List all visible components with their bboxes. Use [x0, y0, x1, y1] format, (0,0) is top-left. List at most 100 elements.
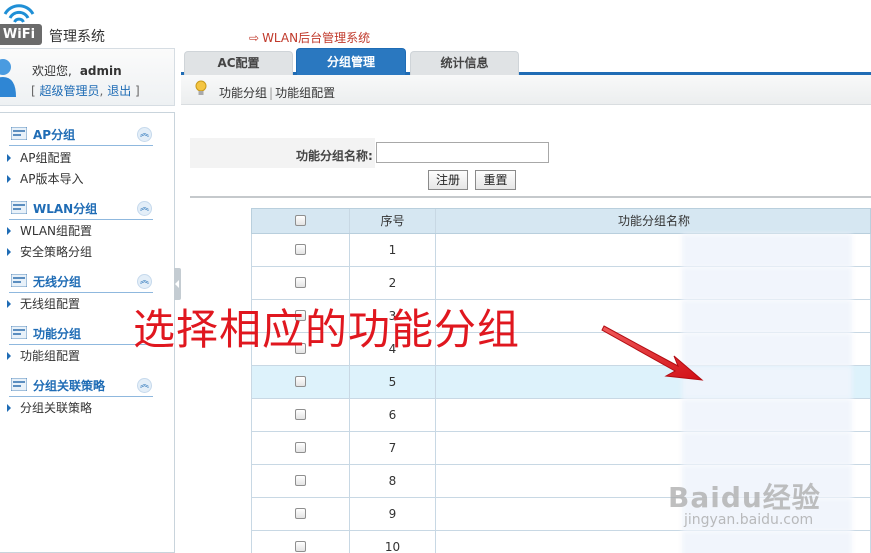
bracket-close: ] [135, 84, 140, 98]
select-all-checkbox[interactable] [295, 215, 306, 226]
bracket-open: [ [31, 84, 36, 98]
bullet-icon [7, 175, 11, 183]
bullet-icon [7, 404, 11, 412]
column-header-name: 功能分组名称 [617, 214, 690, 228]
username: admin [79, 64, 122, 78]
user-avatar-icon [0, 59, 16, 97]
row-checkbox[interactable] [295, 508, 306, 519]
sidebar-item-ap-version[interactable]: AP版本导入 [7, 170, 83, 187]
sidebar-item-label: 安全策略分组 [20, 245, 93, 259]
group-icon [11, 201, 27, 214]
sidebar-group-title: WLAN分组 [33, 202, 98, 216]
row-name-link[interactable] [682, 531, 852, 553]
group-name-input[interactable] [376, 142, 549, 163]
reset-button[interactable]: 重置 [475, 170, 516, 190]
sidebar-group-title: 分组关联策略 [33, 379, 106, 393]
group-name-label: 功能分组名称: [296, 149, 373, 163]
row-checkbox[interactable] [295, 442, 306, 453]
sidebar-group-ap[interactable]: AP分组 ︽ [0, 123, 173, 145]
group-icon [11, 326, 27, 339]
row-index: 1 [350, 234, 436, 266]
row-select-cell [252, 399, 350, 431]
tab-ac-config[interactable]: AC配置 [184, 51, 293, 75]
sidebar-group-association[interactable]: 分组关联策略 ︽ [0, 374, 173, 396]
sidebar-item-ap-config[interactable]: AP组配置 [7, 149, 71, 166]
tab-statistics[interactable]: 统计信息 [410, 51, 519, 75]
breadcrumb-path: 功能分组 | 功能组配置 [219, 84, 335, 101]
sidebar-group-title: AP分组 [33, 128, 76, 142]
row-name-link[interactable] [682, 399, 852, 432]
row-name-cell [436, 267, 871, 300]
row-checkbox[interactable] [295, 475, 306, 486]
register-button[interactable]: 注册 [428, 170, 468, 190]
row-name-cell [436, 531, 871, 553]
logout-link[interactable]: 退出 [107, 84, 131, 98]
role-link[interactable]: 超级管理员 [40, 84, 100, 98]
sidebar-item-label: 功能组配置 [20, 349, 81, 363]
sidebar-item-wlan-config[interactable]: WLAN组配置 [7, 222, 92, 239]
breadcrumb-separator: | [269, 86, 274, 100]
row-name-link[interactable] [682, 432, 852, 465]
top-system-link[interactable]: ⇨ WLAN后台管理系统 [249, 29, 370, 46]
row-checkbox[interactable] [295, 376, 306, 387]
table-row[interactable]: 5 [251, 366, 871, 399]
sidebar-item-association-policy[interactable]: 分组关联策略 [7, 399, 92, 416]
collapse-icon[interactable]: ︽ [137, 378, 152, 393]
system-title: 管理系统 [49, 29, 105, 45]
sidebar-item-security-policy[interactable]: 安全策略分组 [7, 243, 92, 260]
collapse-icon[interactable]: ︽ [137, 274, 152, 289]
collapse-icon[interactable]: ︽ [137, 127, 152, 142]
row-index: 10 [350, 531, 436, 553]
bullet-icon [7, 248, 11, 256]
row-name-link[interactable] [682, 234, 852, 267]
row-checkbox[interactable] [295, 277, 306, 288]
sidebar-item-function-config[interactable]: 功能组配置 [7, 347, 80, 364]
row-name-cell [436, 234, 871, 267]
sidebar-item-label: 分组关联策略 [20, 401, 93, 415]
bracket-sep: , [99, 84, 104, 98]
collapse-icon[interactable]: ︽ [137, 201, 152, 216]
row-checkbox[interactable] [295, 541, 306, 552]
group-divider [9, 396, 153, 397]
row-index: 5 [350, 366, 436, 398]
table-row[interactable]: 6 [251, 399, 871, 432]
row-checkbox[interactable] [295, 244, 306, 255]
sidebar-group-wireless[interactable]: 无线分组 ︽ [0, 270, 173, 292]
breadcrumb: 功能分组 | 功能组配置 [181, 75, 871, 105]
annotation-arrow-icon [601, 325, 704, 381]
select-all-cell [252, 209, 350, 233]
group-divider [9, 145, 153, 146]
table-row[interactable]: 7 [251, 432, 871, 465]
row-checkbox[interactable] [295, 409, 306, 420]
watermark-brand: Baidu经验 [668, 481, 821, 514]
group-divider [9, 219, 153, 220]
row-name-link[interactable] [682, 267, 852, 300]
sidebar-item-label: 无线组配置 [20, 297, 81, 311]
annotation-text: 选择相应的功能分组 [133, 305, 521, 354]
sidebar-group-title: 功能分组 [33, 327, 82, 341]
table-row[interactable]: 10 [251, 531, 871, 553]
row-select-cell [252, 465, 350, 497]
table-header: 序号 功能分组名称 [251, 208, 871, 234]
welcome-text: 欢迎您, admin [32, 62, 122, 79]
logo-badge: WiFi [0, 24, 42, 45]
breadcrumb-parent[interactable]: 功能分组 [219, 86, 267, 100]
table-row[interactable]: 1 [251, 234, 871, 267]
bullet-icon [7, 300, 11, 308]
column-header-index: 序号 [350, 209, 436, 233]
sidebar-group-wlan[interactable]: WLAN分组 ︽ [0, 197, 173, 219]
bullet-icon [7, 352, 11, 360]
row-index: 6 [350, 399, 436, 431]
group-divider [9, 344, 153, 345]
row-select-cell [252, 432, 350, 464]
welcome-label: 欢迎您, [32, 64, 72, 78]
row-select-cell [252, 531, 350, 553]
sidebar-group-title: 无线分组 [33, 275, 82, 289]
tab-strip: AC配置 分组管理 统计信息 [181, 48, 871, 75]
row-select-cell [252, 234, 350, 266]
sidebar-item-wireless-config[interactable]: 无线组配置 [7, 295, 80, 312]
row-select-cell [252, 366, 350, 398]
sidebar-item-label: AP组配置 [20, 151, 72, 165]
group-divider [9, 292, 153, 293]
tab-group-management[interactable]: 分组管理 [296, 48, 406, 75]
